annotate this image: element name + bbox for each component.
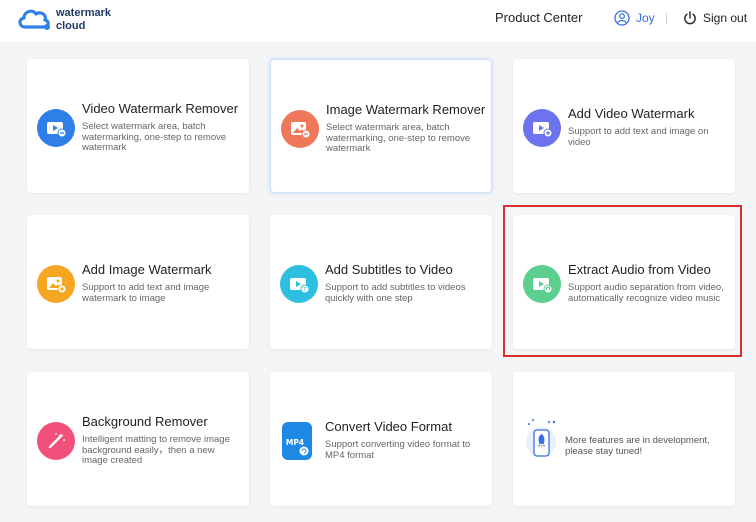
user-menu[interactable]: Joy [614, 9, 655, 27]
svg-text:T: T [302, 286, 307, 293]
subtitle-icon: T [280, 265, 318, 303]
cloud-logo-icon [18, 9, 50, 30]
power-icon [684, 11, 696, 25]
top-header: watermark cloud Product Center Joy Sign … [0, 0, 756, 42]
card-description: Support audio separation from video, aut… [568, 282, 724, 304]
logo-text: watermark cloud [56, 7, 112, 32]
card-convert-video-format[interactable]: MP4 Convert Video Format Support convert… [270, 372, 492, 506]
card-description: Select watermark area, batch watermarkin… [326, 122, 471, 154]
magic-wand-icon [37, 422, 75, 460]
card-more-features: More features are in development, please… [513, 372, 735, 506]
card-title: Add Video Watermark [568, 106, 695, 121]
more-features-text: More features are in development, please… [565, 435, 710, 457]
mp4-label: MP4 [286, 438, 304, 447]
card-title: Video Watermark Remover [82, 101, 239, 116]
card-title: Convert Video Format [325, 419, 452, 434]
card-description: Support to add text and image watermark … [82, 282, 210, 304]
image-icon [281, 110, 319, 148]
brand-logo[interactable]: watermark cloud [16, 5, 116, 37]
user-name: Joy [636, 11, 655, 25]
user-icon [614, 10, 630, 26]
audio-extract-icon [523, 265, 561, 303]
card-add-video-watermark[interactable]: Add Video Watermark Support to add text … [513, 59, 735, 193]
card-extract-audio-from-video[interactable]: Extract Audio from Video Support audio s… [513, 215, 735, 349]
card-add-subtitles-to-video[interactable]: T Add Subtitles to Video Support to add … [270, 215, 492, 349]
card-title: Background Remover [82, 414, 208, 429]
sign-out-label: Sign out [703, 11, 748, 25]
card-title: Extract Audio from Video [568, 262, 711, 277]
sign-out-button[interactable]: Sign out [683, 9, 747, 27]
card-video-watermark-remover[interactable]: Video Watermark Remover Select watermark… [27, 59, 249, 193]
card-image-watermark-remover[interactable]: Image Watermark Remover Select watermark… [270, 59, 492, 193]
image-add-icon [37, 265, 75, 303]
card-title: Add Subtitles to Video [325, 262, 453, 277]
card-title: Image Watermark Remover [326, 102, 486, 117]
video-icon [37, 109, 75, 147]
card-description: Support to add text and image on video [568, 126, 709, 148]
card-description: Support to add subtitles to videos quick… [325, 282, 466, 304]
card-title: Add Image Watermark [82, 262, 212, 277]
product-center-link[interactable]: Product Center [495, 10, 582, 25]
nav-divider [666, 13, 667, 24]
card-add-image-watermark[interactable]: Add Image Watermark Support to add text … [27, 215, 249, 349]
mp4-file-icon: MP4 [282, 422, 312, 460]
card-description: Select watermark area, batch watermarkin… [82, 121, 227, 153]
card-description: Support converting video format to MP4 f… [325, 439, 471, 461]
card-description: Intelligent matting to remove image back… [82, 434, 230, 466]
video-add-icon [523, 109, 561, 147]
card-background-remover[interactable]: Background Remover Intelligent matting t… [27, 372, 249, 506]
rocket-phone-icon [526, 418, 556, 457]
